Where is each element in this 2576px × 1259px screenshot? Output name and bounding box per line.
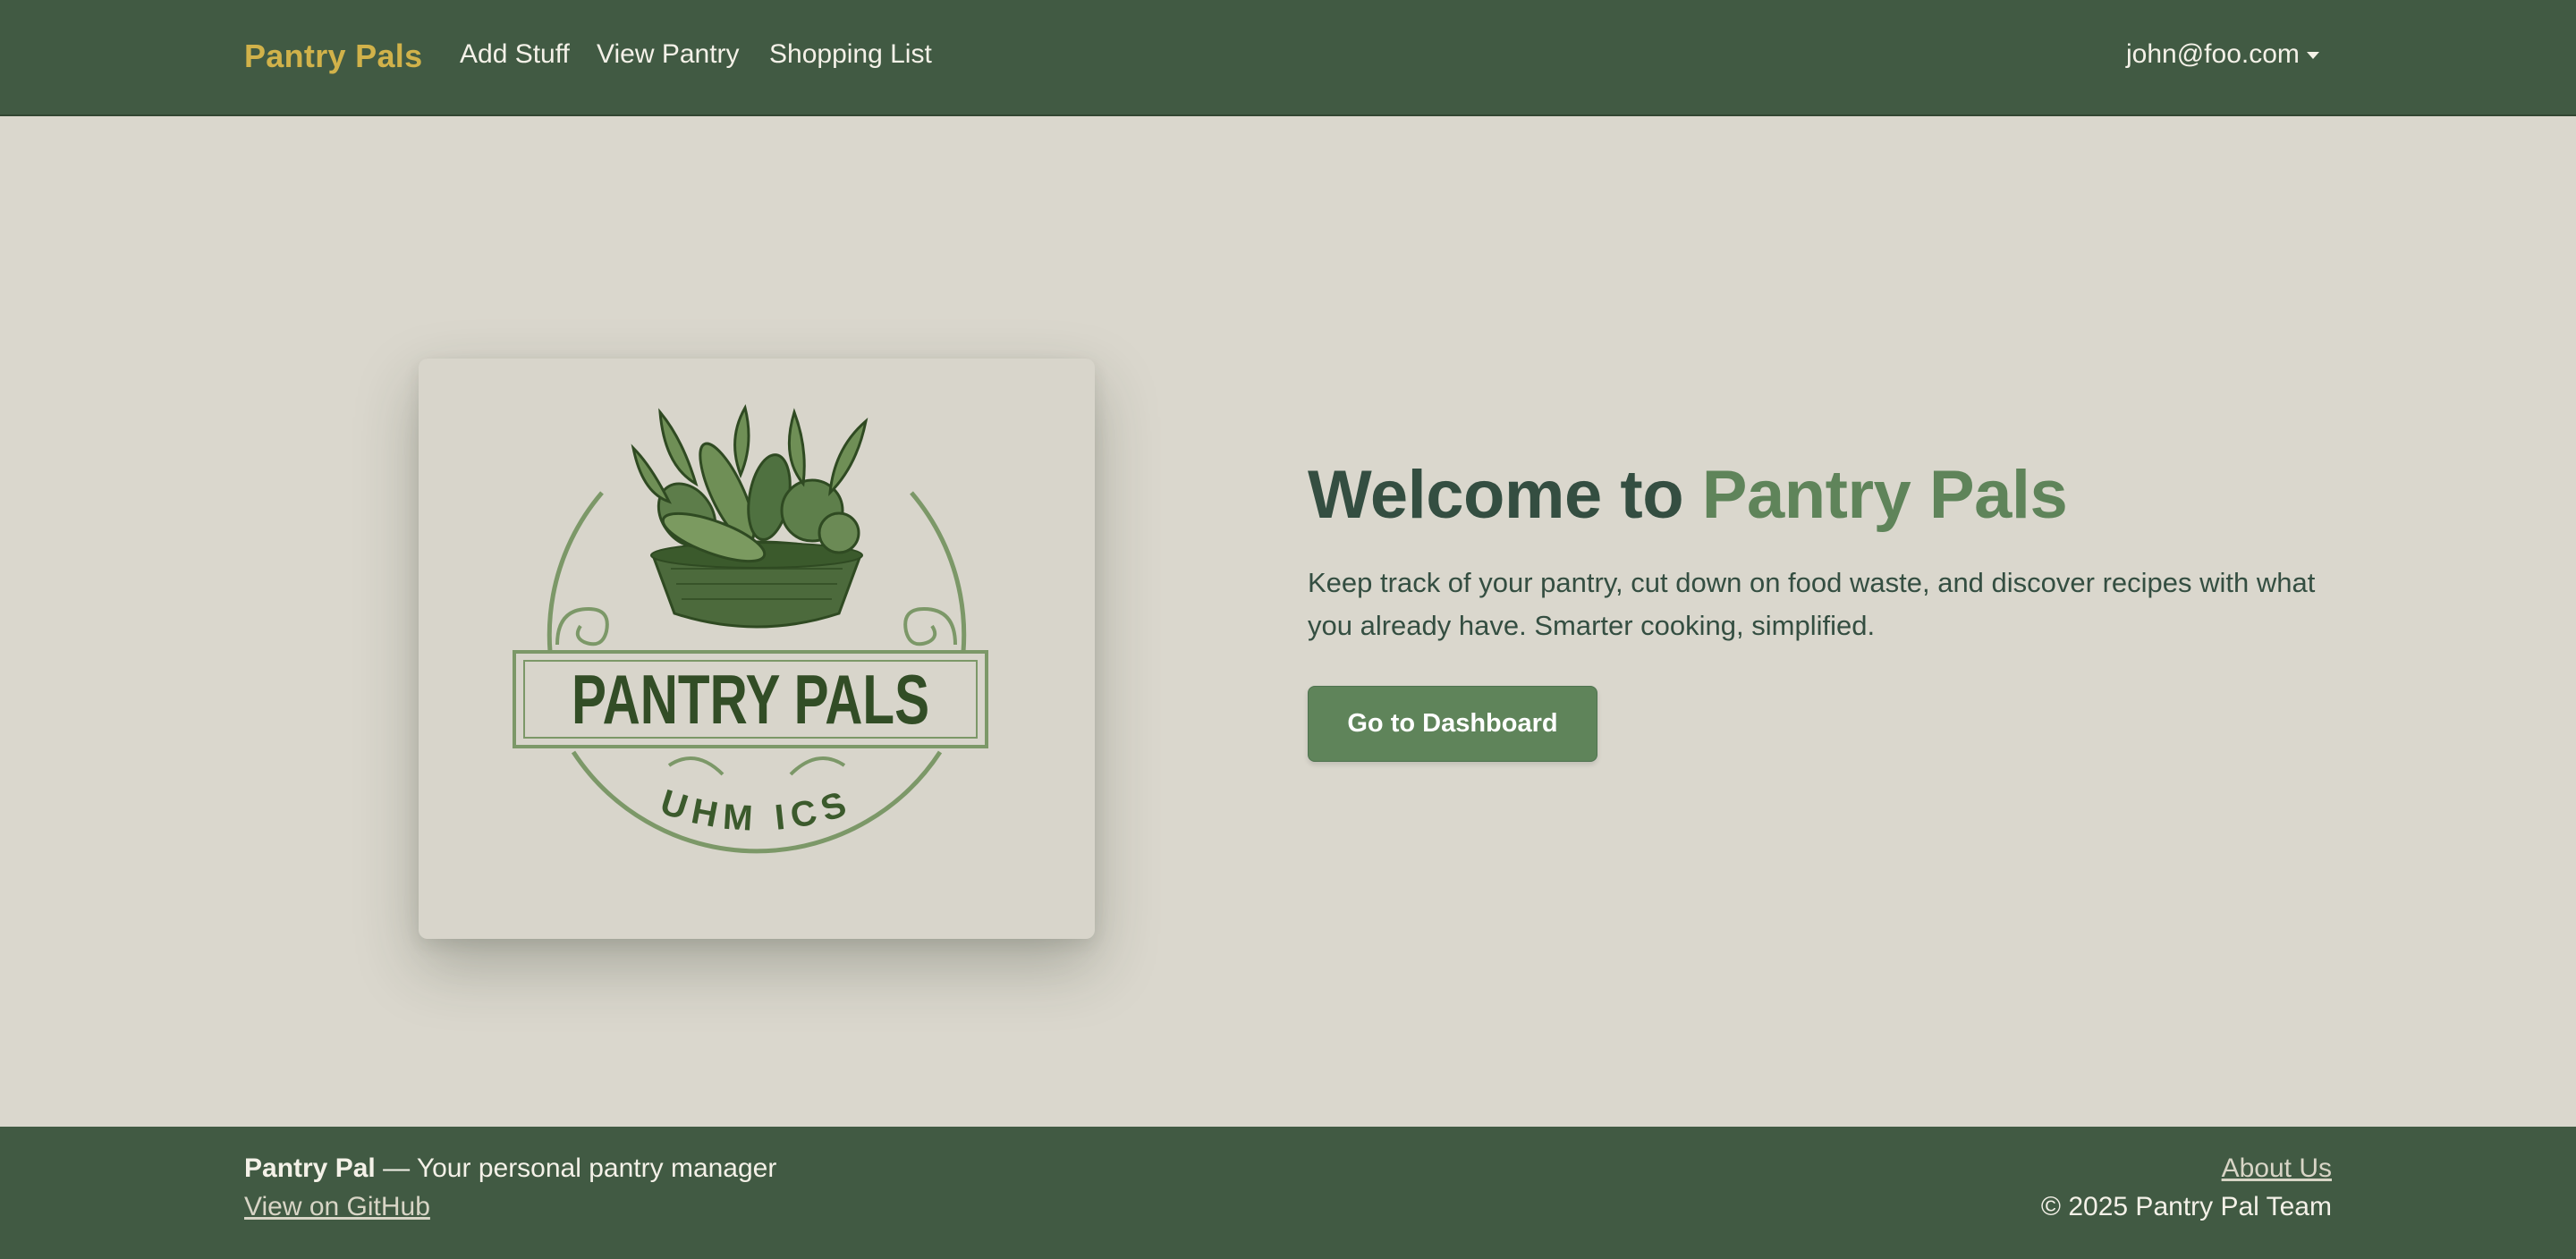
pantry-pals-logo: PANTRY PALS UHM ICS bbox=[513, 404, 988, 854]
svg-text:UHM ICS: UHM ICS bbox=[656, 782, 858, 839]
navbar: Pantry Pals Add Stuff View Pantry Shoppi… bbox=[0, 0, 2576, 116]
hero-title: Welcome to Pantry Pals bbox=[1308, 456, 2068, 534]
about-us-link[interactable]: About Us bbox=[2222, 1153, 2332, 1184]
user-email: john@foo.com bbox=[2126, 39, 2300, 69]
hero-subtitle: Keep track of your pantry, cut down on f… bbox=[1308, 567, 2316, 641]
go-to-dashboard-button[interactable]: Go to Dashboard bbox=[1308, 686, 1597, 762]
user-dropdown[interactable]: john@foo.com bbox=[2126, 39, 2319, 70]
nav-shopping-list[interactable]: Shopping List bbox=[769, 39, 932, 70]
brand-link[interactable]: Pantry Pals bbox=[244, 38, 422, 75]
logo-arc-text: UHM ICS bbox=[656, 782, 851, 839]
github-link[interactable]: View on GitHub bbox=[244, 1192, 430, 1222]
hero-title-accent: Pantry Pals bbox=[1701, 457, 2068, 533]
hero-title-prefix: Welcome to bbox=[1308, 457, 1684, 533]
footer: Pantry Pal — Your personal pantry manage… bbox=[0, 1127, 2576, 1259]
footer-app-name: Pantry Pal bbox=[244, 1153, 376, 1183]
logo-card: PANTRY PALS UHM ICS bbox=[419, 359, 1095, 939]
nav-view-pantry[interactable]: View Pantry bbox=[597, 39, 740, 70]
caret-down-icon bbox=[2306, 52, 2319, 59]
logo-banner-text: PANTRY PALS bbox=[572, 660, 929, 739]
vegetable-basket-icon bbox=[631, 404, 869, 629]
footer-tagline-text: — Your personal pantry manager bbox=[383, 1153, 777, 1183]
footer-copyright: © 2025 Pantry Pal Team bbox=[2040, 1192, 2332, 1221]
nav-add-stuff[interactable]: Add Stuff bbox=[460, 39, 570, 70]
footer-tagline: Pantry Pal — Your personal pantry manage… bbox=[244, 1153, 776, 1184]
